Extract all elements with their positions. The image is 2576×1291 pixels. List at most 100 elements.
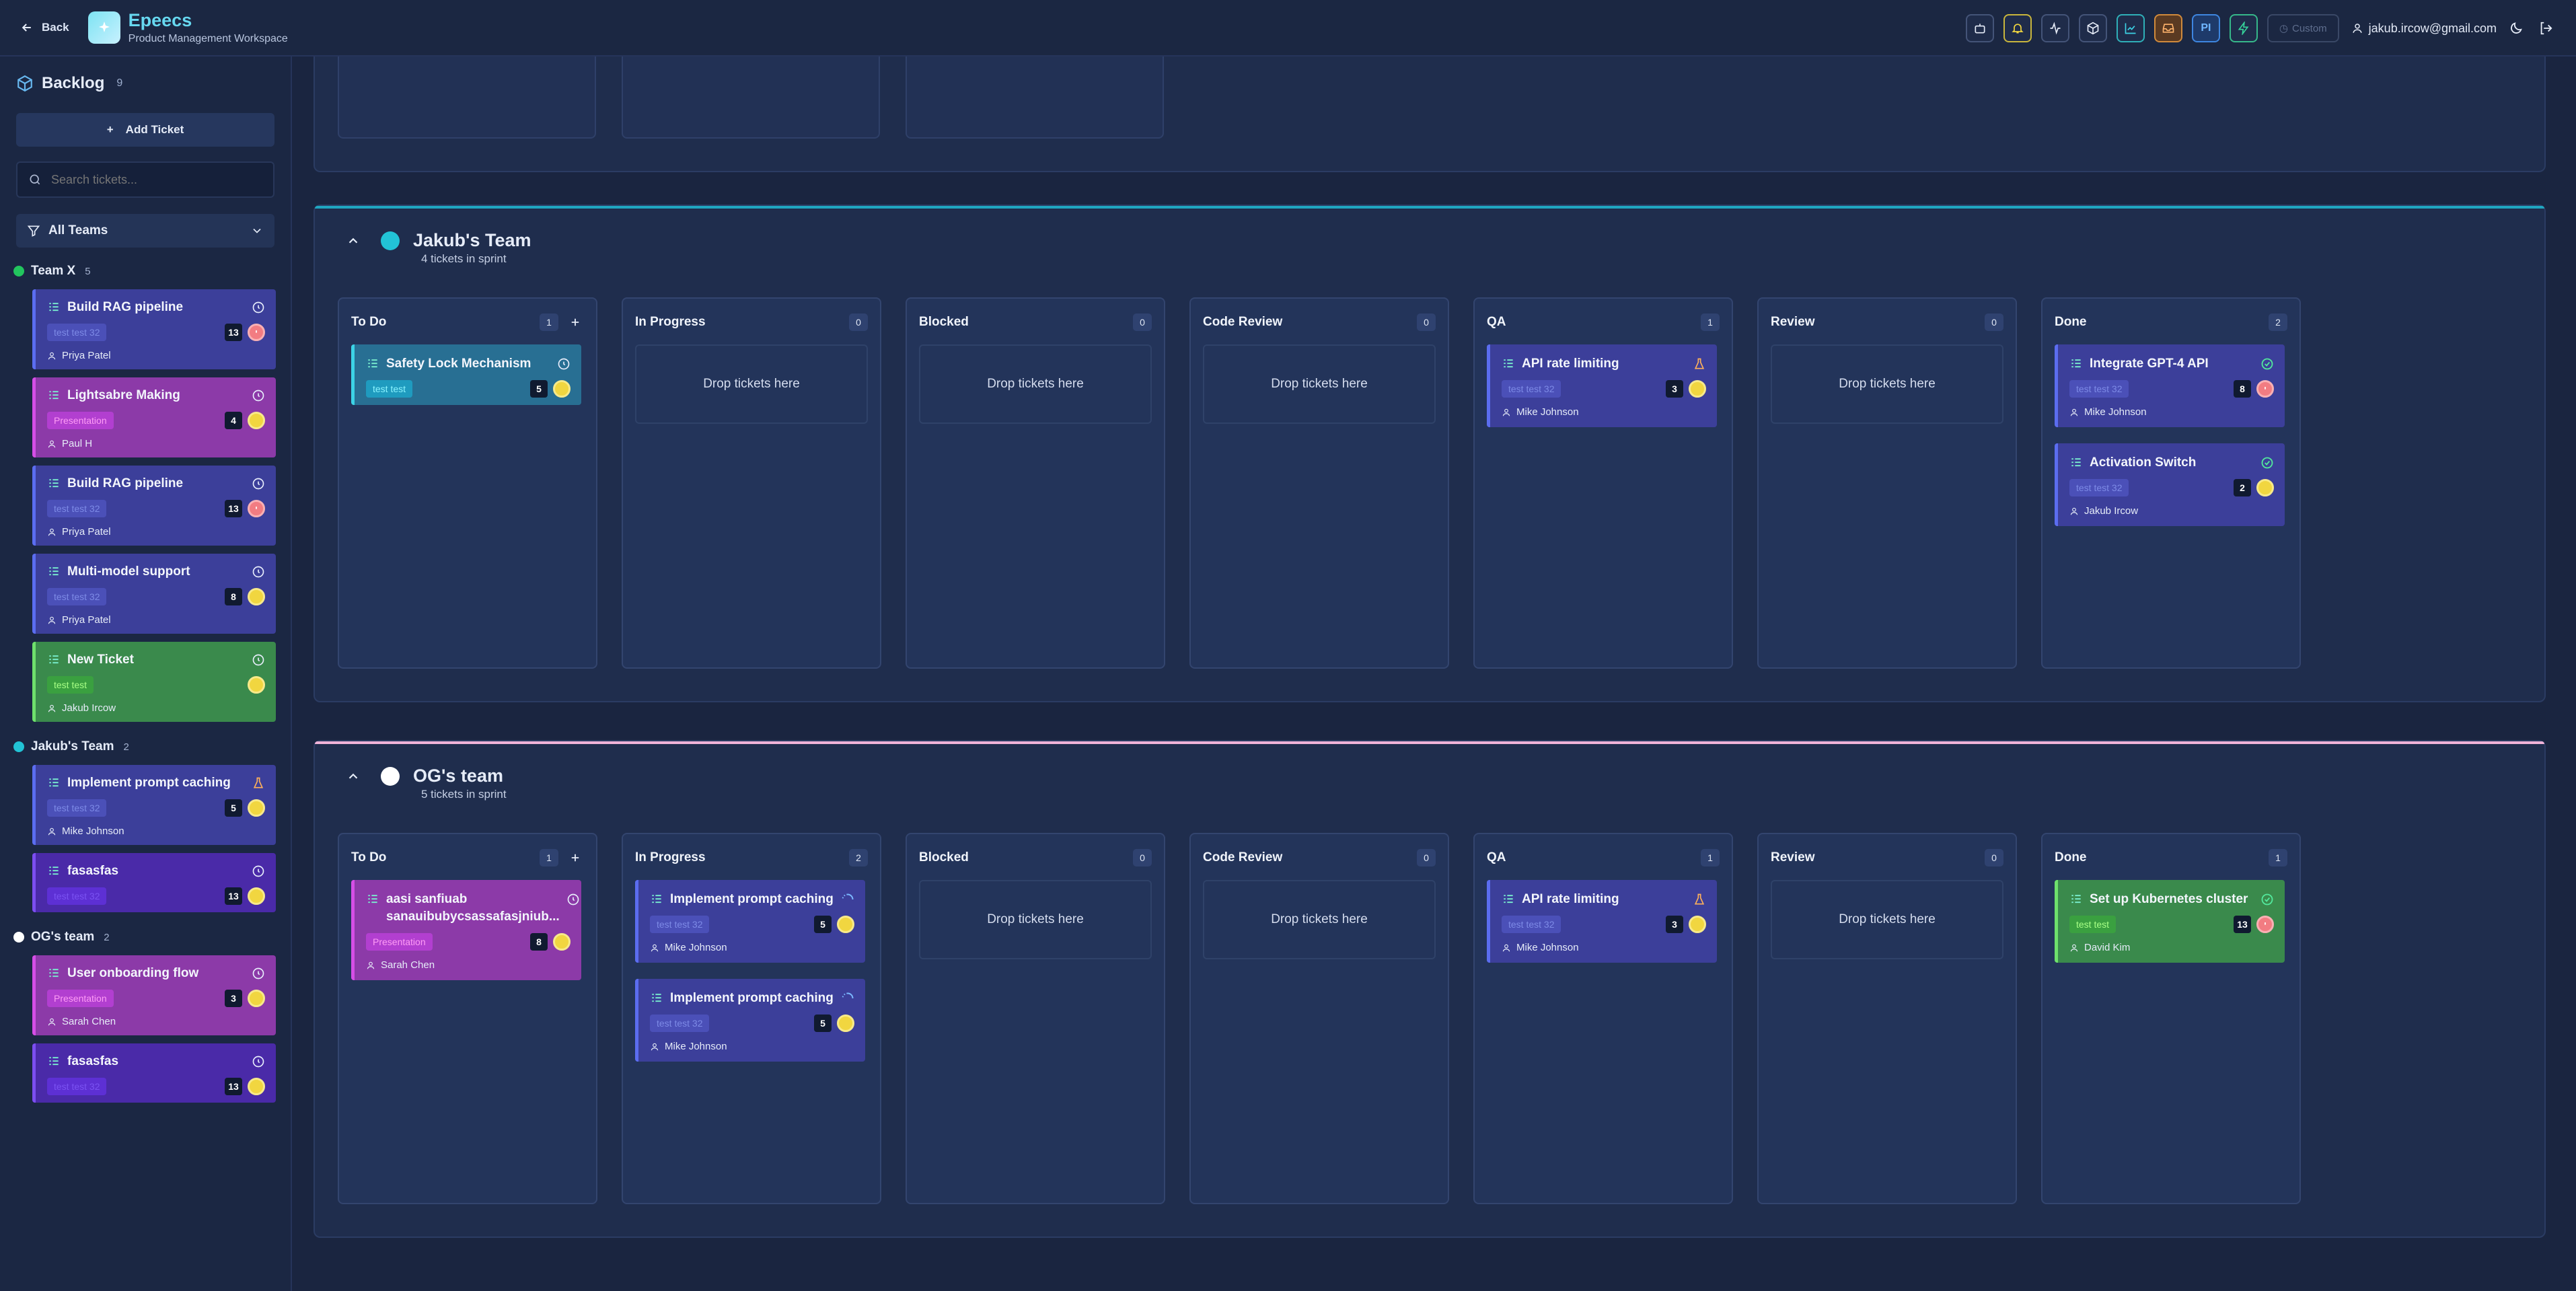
ticket-card[interactable]: fasasfas test test 32 13 bbox=[32, 853, 276, 912]
ticket-card[interactable]: Activation Switch test test 32 2 Jakub Irco… bbox=[2055, 443, 2285, 526]
flask-icon bbox=[1693, 891, 1706, 906]
ticket-card[interactable]: Set up Kubernetes cluster test test 13 Davi… bbox=[2055, 880, 2285, 963]
list-icon bbox=[47, 1055, 61, 1068]
priority-medium-icon bbox=[248, 1078, 265, 1095]
drop-zone[interactable]: Drop tickets here bbox=[1771, 344, 2003, 424]
chevron-up-icon[interactable] bbox=[346, 233, 361, 248]
list-icon bbox=[47, 301, 61, 314]
sidebar-team-header[interactable]: Jakub's Team 2 bbox=[13, 739, 274, 754]
drop-zone[interactable]: Drop tickets here bbox=[635, 344, 868, 424]
backlog-sidebar: Backlog 9 + Add Ticket All Teams Team X 5… bbox=[0, 57, 292, 1291]
card-accent bbox=[32, 955, 36, 1035]
drop-zone[interactable]: Drop tickets here bbox=[919, 344, 1152, 424]
card-title: Build RAG pipeline bbox=[67, 300, 184, 314]
card-assignee: Priya Patel bbox=[47, 350, 265, 361]
team-name: Jakub's Team bbox=[31, 739, 114, 753]
ticket-card[interactable]: Safety Lock Mechanism test test 5 bbox=[351, 344, 581, 405]
activity-button[interactable] bbox=[2040, 14, 2069, 42]
card-meta: test test 32 8 bbox=[47, 587, 265, 606]
card-assignee: Paul H bbox=[47, 438, 265, 449]
column-count: 0 bbox=[1985, 313, 2003, 331]
card-tag: Presentation bbox=[47, 412, 114, 429]
ticket-card[interactable]: User onboarding flow Presentation 3 Sarah C… bbox=[32, 955, 276, 1035]
user-menu[interactable]: jakub.ircow@gmail.com bbox=[2351, 22, 2497, 36]
assignee-name: Mike Johnson bbox=[1516, 942, 1579, 953]
backlog-title: Backlog bbox=[42, 74, 105, 92]
card-title: Implement prompt caching bbox=[670, 892, 834, 906]
card-title-row: API rate limiting bbox=[1502, 891, 1706, 908]
ticket-card[interactable]: Integrate GPT-4 API test test 32 8 Mike Joh… bbox=[2055, 344, 2285, 427]
ticket-card[interactable]: Multi-model support test test 32 8 Priya Pa… bbox=[32, 554, 276, 634]
ticket-card[interactable]: aasi sanfiuab sanauibubycsassafasjniub..… bbox=[351, 880, 581, 980]
story-points: 8 bbox=[2234, 380, 2251, 398]
column-header: Blocked 0 bbox=[919, 848, 1152, 868]
box-button[interactable] bbox=[2078, 14, 2107, 42]
ticket-card[interactable]: Implement prompt caching test test 32 5 Mik… bbox=[635, 979, 865, 1062]
drop-zone[interactable]: Drop tickets here bbox=[1203, 880, 1436, 959]
ticket-card[interactable]: API rate limiting test test 32 3 Mike Johns… bbox=[1487, 344, 1717, 427]
search-input[interactable] bbox=[51, 172, 253, 187]
card-title: Implement prompt caching bbox=[670, 991, 834, 1005]
priority-medium-icon bbox=[248, 799, 265, 817]
user-icon bbox=[47, 827, 57, 836]
user-icon bbox=[650, 1042, 659, 1052]
sidebar-team-header[interactable]: Team X 5 bbox=[13, 264, 274, 279]
drop-zone[interactable]: Drop tickets here bbox=[919, 880, 1152, 959]
add-ticket-button[interactable] bbox=[566, 849, 584, 866]
sidebar-team-header[interactable]: OG's team 2 bbox=[13, 930, 274, 945]
card-accent bbox=[351, 880, 355, 980]
pi-button[interactable]: PI bbox=[2191, 14, 2220, 42]
search-box[interactable] bbox=[16, 161, 274, 198]
chevron-up-icon[interactable] bbox=[346, 769, 361, 784]
column-header: Done 2 bbox=[2055, 312, 2287, 332]
custom-button[interactable]: ◷ Custom bbox=[2267, 14, 2339, 42]
list-icon bbox=[650, 891, 663, 906]
priority-medium-icon bbox=[837, 1015, 854, 1032]
card-title: aasi sanfiuab sanauibubycsassafasjniub..… bbox=[386, 892, 560, 924]
ticket-card[interactable]: Implement prompt caching test test 32 5 Mik… bbox=[635, 880, 865, 963]
drop-zone[interactable]: Drop tickets here bbox=[1203, 344, 1436, 424]
theme-toggle[interactable] bbox=[2506, 18, 2526, 38]
card-tag: test test 32 bbox=[47, 324, 107, 341]
back-button[interactable]: Back bbox=[20, 21, 69, 34]
ticket-card[interactable]: Implement prompt caching test test 32 5 Mik… bbox=[32, 765, 276, 845]
bot-button[interactable] bbox=[1965, 14, 1994, 42]
card-meta: test test 32 3 bbox=[1502, 915, 1706, 934]
logout-button[interactable] bbox=[2536, 18, 2556, 38]
ticket-card[interactable]: Build RAG pipeline test test 32 13 Priya Pa… bbox=[32, 289, 276, 369]
bot-icon bbox=[1975, 24, 1985, 34]
team-dot bbox=[13, 741, 24, 752]
chart-button[interactable] bbox=[2116, 14, 2145, 42]
inbox-button[interactable] bbox=[2154, 14, 2182, 42]
card-tag: test test 32 bbox=[47, 500, 107, 517]
team-filter[interactable]: All Teams bbox=[16, 214, 274, 248]
section-accent bbox=[315, 206, 2544, 209]
ticket-card[interactable]: New Ticket test test Jakub Ircow bbox=[32, 642, 276, 722]
ticket-card[interactable]: Lightsabre Making Presentation 4 Paul H bbox=[32, 377, 276, 457]
zap-button[interactable] bbox=[2229, 14, 2258, 42]
ticket-card[interactable]: API rate limiting test test 32 3 Mike Johns… bbox=[1487, 880, 1717, 963]
logo bbox=[87, 11, 120, 44]
notifications-button[interactable] bbox=[2003, 14, 2032, 42]
card-assignee: Priya Patel bbox=[47, 614, 265, 626]
cube-icon bbox=[17, 75, 32, 92]
assignee-name: Sarah Chen bbox=[381, 959, 435, 971]
card-title-row: Build RAG pipeline bbox=[47, 299, 265, 316]
drop-zone[interactable]: Drop tickets here bbox=[1771, 880, 2003, 959]
column-count: 0 bbox=[1985, 849, 2003, 866]
story-points: 5 bbox=[814, 1015, 832, 1032]
add-ticket-button[interactable] bbox=[566, 313, 584, 331]
add-ticket-button[interactable]: + Add Ticket bbox=[16, 113, 274, 147]
card-assignee: Mike Johnson bbox=[47, 825, 265, 837]
priority-high-icon bbox=[248, 500, 265, 517]
list-icon bbox=[2069, 891, 2083, 906]
board-column: Done 1 Set up Kubernetes cluster test test 1… bbox=[2041, 833, 2301, 1204]
column-title: QA bbox=[1487, 315, 1506, 329]
ticket-card[interactable]: fasasfas test test 32 13 bbox=[32, 1043, 276, 1103]
backlog-count: 9 bbox=[116, 77, 123, 89]
list-icon bbox=[366, 355, 379, 371]
card-meta: test test 32 5 bbox=[47, 799, 265, 817]
ticket-card[interactable]: Build RAG pipeline test test 32 13 Priya Pa… bbox=[32, 466, 276, 546]
card-title: Set up Kubernetes cluster bbox=[2090, 892, 2248, 906]
column-header: Blocked 0 bbox=[919, 312, 1152, 332]
